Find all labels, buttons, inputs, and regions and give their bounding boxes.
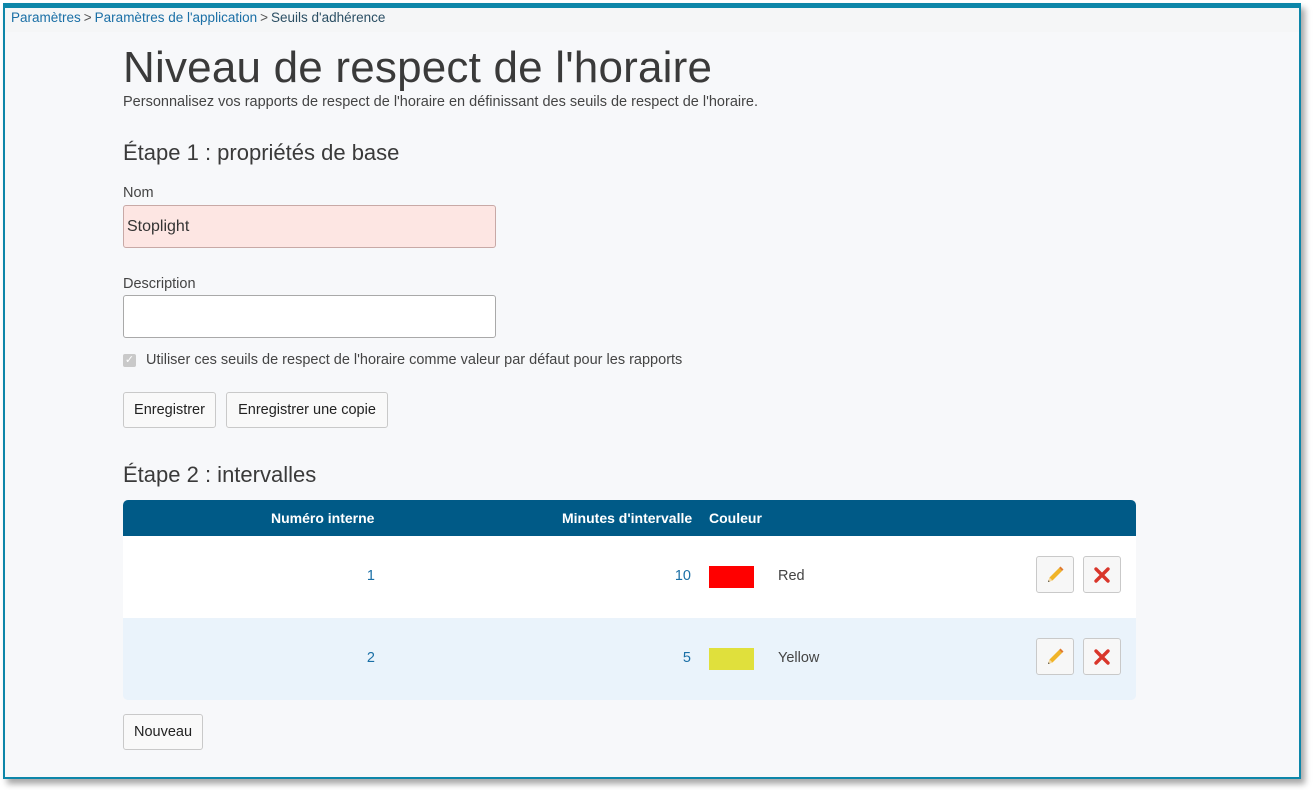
page-subtitle: Personnalisez vos rapports de respect de… [123, 94, 759, 110]
name-input[interactable] [123, 205, 496, 248]
breadcrumb-separator: > [260, 10, 268, 25]
name-label: Nom [123, 185, 154, 201]
edit-button[interactable] [1036, 638, 1074, 675]
interval-minutes-cell: 10 [674, 568, 691, 584]
default-checkbox-row: ✓ Utiliser ces seuils de respect de l'ho… [123, 352, 682, 368]
breadcrumb-settings-link[interactable]: Paramètres [11, 10, 81, 25]
new-button[interactable]: Nouveau [123, 714, 203, 750]
edit-button[interactable] [1036, 556, 1074, 593]
table-row[interactable]: 1 10 Red [123, 536, 1136, 618]
description-input[interactable] [123, 295, 496, 338]
save-button[interactable]: Enregistrer [123, 392, 216, 428]
color-swatch [709, 648, 754, 670]
breadcrumb-current: Seuils d'adhérence [270, 10, 386, 25]
default-checkbox[interactable]: ✓ [123, 353, 136, 367]
column-header-internal-number[interactable]: Numéro interne [271, 510, 374, 526]
app-window: Paramètres > Paramètres de l'application > S… [3, 3, 1301, 779]
delete-button[interactable] [1083, 638, 1121, 675]
description-label: Description [123, 276, 196, 292]
step2-heading: Étape 2 : intervalles [123, 462, 317, 487]
save-copy-button[interactable]: Enregistrer une copie [226, 392, 388, 428]
interval-minutes-cell: 5 [682, 650, 691, 666]
table-row[interactable]: 2 5 Yellow [123, 618, 1136, 700]
delete-button[interactable] [1083, 556, 1121, 593]
column-header-color[interactable]: Couleur [709, 510, 762, 526]
breadcrumb-separator: > [83, 10, 92, 25]
internal-number-cell: 2 [366, 650, 375, 666]
breadcrumb: Paramètres > Paramètres de l'application > S… [5, 8, 1299, 32]
intervals-table: Numéro interne Minutes d'intervalle Coul… [123, 500, 1136, 700]
close-icon [1094, 648, 1110, 665]
pencil-icon [1048, 566, 1064, 582]
step1-heading: Étape 1 : propriétés de base [123, 140, 400, 165]
color-swatch [709, 566, 754, 588]
breadcrumb-app-settings-link[interactable]: Paramètres de l'application [95, 10, 257, 25]
table-header: Numéro interne Minutes d'intervalle Coul… [123, 500, 1136, 536]
page-title: Niveau de respect de l'horaire [123, 43, 713, 92]
color-name-cell: Red [778, 568, 805, 584]
pencil-icon [1048, 648, 1064, 664]
default-checkbox-label: Utiliser ces seuils de respect de l'hora… [146, 352, 683, 368]
close-icon [1094, 566, 1110, 583]
color-name-cell: Yellow [778, 650, 820, 666]
internal-number-cell: 1 [366, 568, 375, 584]
main-content: Niveau de respect de l'horaire Personnal… [123, 40, 1143, 750]
column-header-interval-minutes[interactable]: Minutes d'intervalle [562, 510, 692, 526]
